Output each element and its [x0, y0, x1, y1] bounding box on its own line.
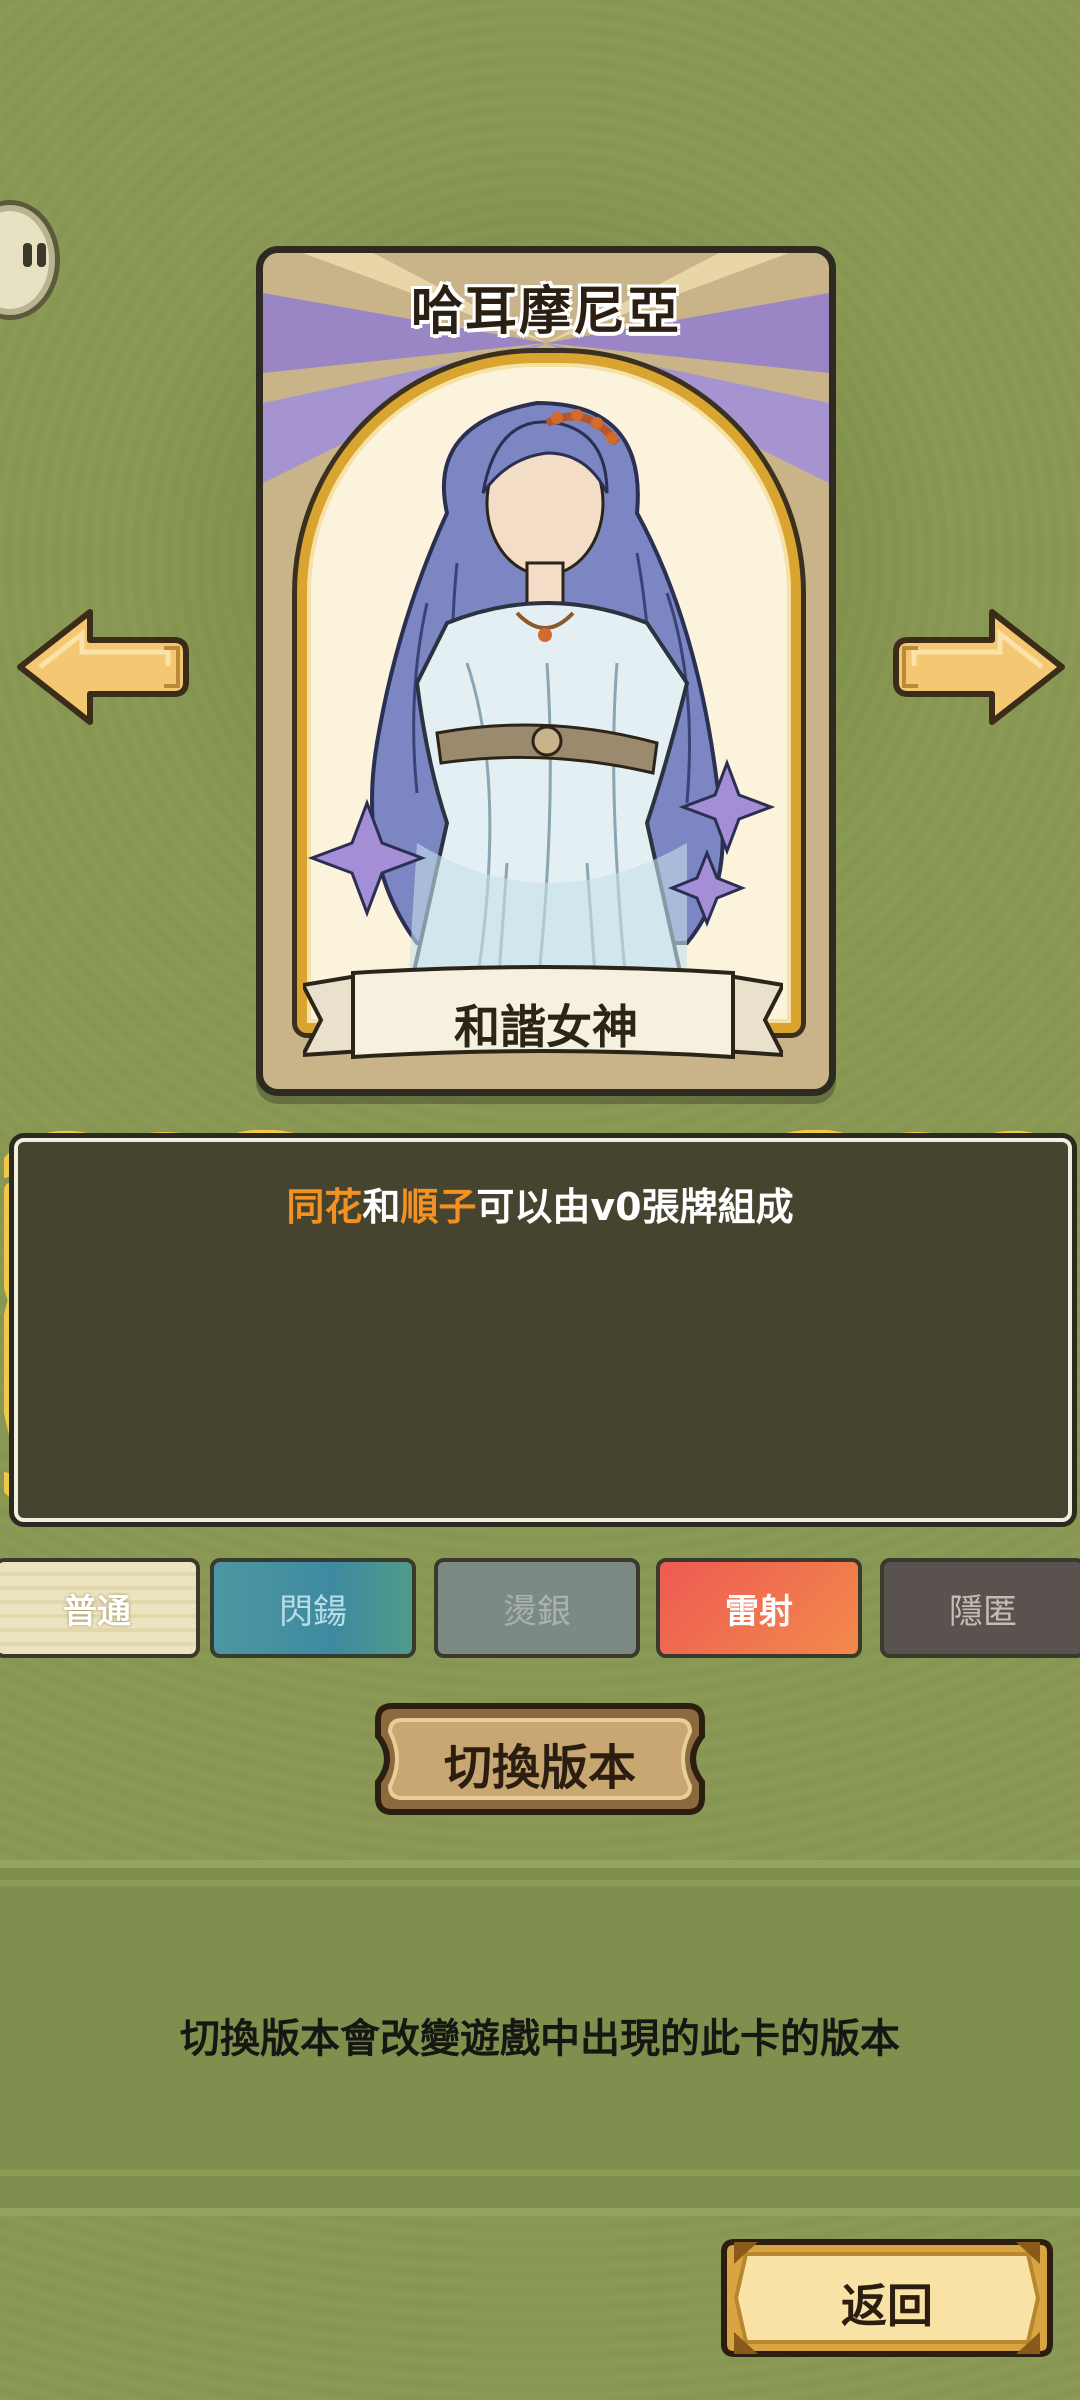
card-name: 和諧女神: [454, 1000, 638, 1054]
description-keyword-straight: 順子: [400, 1185, 477, 1229]
description-keyword-flush: 同花: [286, 1185, 363, 1229]
card-portrait-frame: [297, 353, 801, 1033]
character-card: 和諧女神 哈耳摩尼亞: [256, 246, 836, 1096]
goddess-portrait: [307, 400, 776, 1005]
tab-hidden[interactable]: 隱匿: [880, 1558, 1080, 1658]
pause-button[interactable]: [0, 200, 60, 320]
tab-normal[interactable]: 普通: [0, 1558, 200, 1658]
tab-flash[interactable]: 閃鍚: [210, 1558, 416, 1658]
band-divider: [0, 1880, 1080, 1886]
pause-icon: [23, 243, 32, 267]
tab-laser[interactable]: 雷射: [656, 1558, 862, 1658]
back-label: 返回: [841, 2279, 933, 2333]
description-rest: 可以由v0張牌組成: [476, 1185, 794, 1229]
card-description: 同花和順子可以由v0張牌組成: [0, 1176, 1080, 1231]
tab-silver[interactable]: 燙銀: [434, 1558, 640, 1658]
next-card-arrow-icon[interactable]: [888, 608, 1068, 726]
card-title: 哈耳摩尼亞: [410, 281, 681, 342]
switch-version-label: 切換版本: [443, 1740, 636, 1796]
switch-version-info: 切換版本會改變遊戲中出現的此卡的版本: [180, 2016, 900, 2062]
previous-card-arrow-icon[interactable]: [14, 608, 194, 726]
description-connector: 和: [362, 1185, 401, 1229]
pause-icon: [37, 243, 46, 267]
band-divider: [0, 2170, 1080, 2176]
